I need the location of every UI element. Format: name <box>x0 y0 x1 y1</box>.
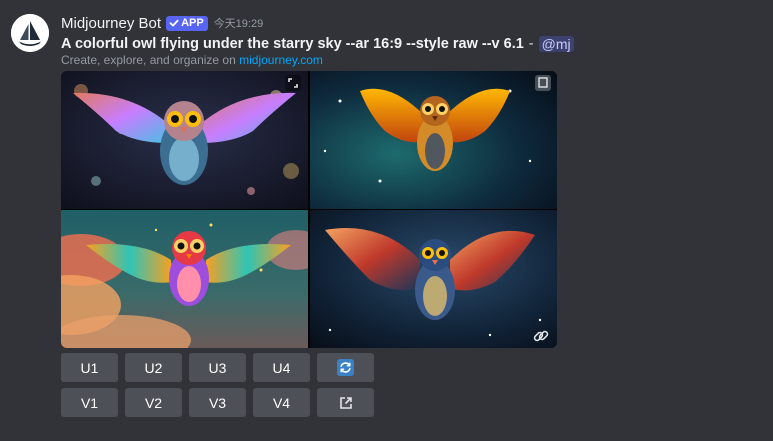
image-grid[interactable] <box>61 71 557 348</box>
app-badge-label: APP <box>181 16 204 29</box>
message: Midjourney Bot APP 今天19:29 A colorful ow… <box>0 0 773 441</box>
variation-row: V1 V2 V3 V4 <box>61 388 374 417</box>
image-tile-3[interactable] <box>61 210 308 348</box>
bot-avatar[interactable] <box>11 14 49 52</box>
message-header: Midjourney Bot APP 今天19:29 <box>61 13 263 33</box>
refresh-icon <box>337 359 354 376</box>
save-icon[interactable] <box>534 74 552 92</box>
verified-check-icon <box>169 19 179 27</box>
prompt-line: A colorful owl flying under the starry s… <box>61 34 574 54</box>
timestamp: 今天19:29 <box>213 18 264 30</box>
variation-button-2[interactable]: V2 <box>125 388 182 417</box>
midjourney-sailboat-logo <box>11 14 49 52</box>
midjourney-link[interactable]: midjourney.com <box>239 53 323 67</box>
upscale-row: U1 U2 U3 U4 <box>61 353 374 382</box>
reroll-button[interactable] <box>317 353 374 382</box>
image-tile-2[interactable] <box>310 71 557 209</box>
prompt-text: A colorful owl flying under the starry s… <box>61 36 524 52</box>
variation-button-4[interactable]: V4 <box>253 388 310 417</box>
separator: - <box>528 36 534 52</box>
owl-image-1 <box>61 71 308 209</box>
image-tile-4[interactable] <box>310 210 557 348</box>
image-tile-1[interactable] <box>61 71 308 209</box>
upscale-button-2[interactable]: U2 <box>125 353 182 382</box>
owl-image-3 <box>61 210 308 348</box>
subline: Create, explore, and organize on midjour… <box>61 53 323 67</box>
external-link-icon <box>339 396 352 409</box>
expand-icon[interactable] <box>284 74 302 92</box>
web-link-button[interactable] <box>317 388 374 417</box>
owl-image-4 <box>310 210 557 348</box>
user-mention[interactable]: @mj <box>538 36 574 52</box>
link-icon[interactable] <box>532 327 550 345</box>
variation-button-3[interactable]: V3 <box>189 388 246 417</box>
variation-button-1[interactable]: V1 <box>61 388 118 417</box>
app-badge: APP <box>166 15 208 31</box>
upscale-button-1[interactable]: U1 <box>61 353 118 382</box>
upscale-button-4[interactable]: U4 <box>253 353 310 382</box>
upscale-button-3[interactable]: U3 <box>189 353 246 382</box>
bot-username[interactable]: Midjourney Bot <box>61 15 161 32</box>
owl-image-2 <box>310 71 557 209</box>
subline-text: Create, explore, and organize on <box>61 53 240 67</box>
